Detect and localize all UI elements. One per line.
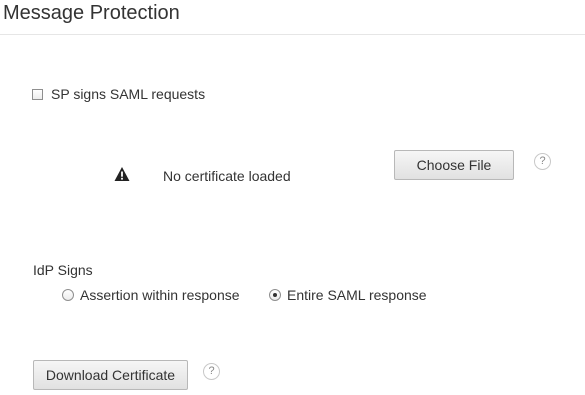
- download-certificate-button[interactable]: Download Certificate: [33, 360, 188, 390]
- page-title: Message Protection: [3, 2, 180, 24]
- sp-signs-requests-checkbox[interactable]: [32, 88, 43, 100]
- choose-file-button[interactable]: Choose File: [394, 150, 514, 180]
- download-help-icon[interactable]: ?: [203, 363, 220, 380]
- sp-signs-requests-row[interactable]: SP signs SAML requests: [32, 86, 205, 102]
- idp-signs-label: IdP Signs: [33, 262, 93, 278]
- idp-option-entire-response[interactable]: Entire SAML response: [269, 287, 427, 303]
- entire-saml-response-label: Entire SAML response: [287, 287, 427, 303]
- assertion-within-response-radio[interactable]: [62, 289, 74, 301]
- entire-saml-response-radio[interactable]: [269, 289, 281, 301]
- certificate-help-icon[interactable]: ?: [534, 153, 551, 170]
- title-divider: [0, 34, 585, 35]
- certificate-status-text: No certificate loaded: [163, 168, 291, 184]
- warning-icon: [114, 167, 130, 181]
- idp-option-assertion[interactable]: Assertion within response: [62, 287, 240, 303]
- assertion-within-response-label: Assertion within response: [80, 287, 240, 303]
- sp-signs-requests-label: SP signs SAML requests: [51, 86, 206, 102]
